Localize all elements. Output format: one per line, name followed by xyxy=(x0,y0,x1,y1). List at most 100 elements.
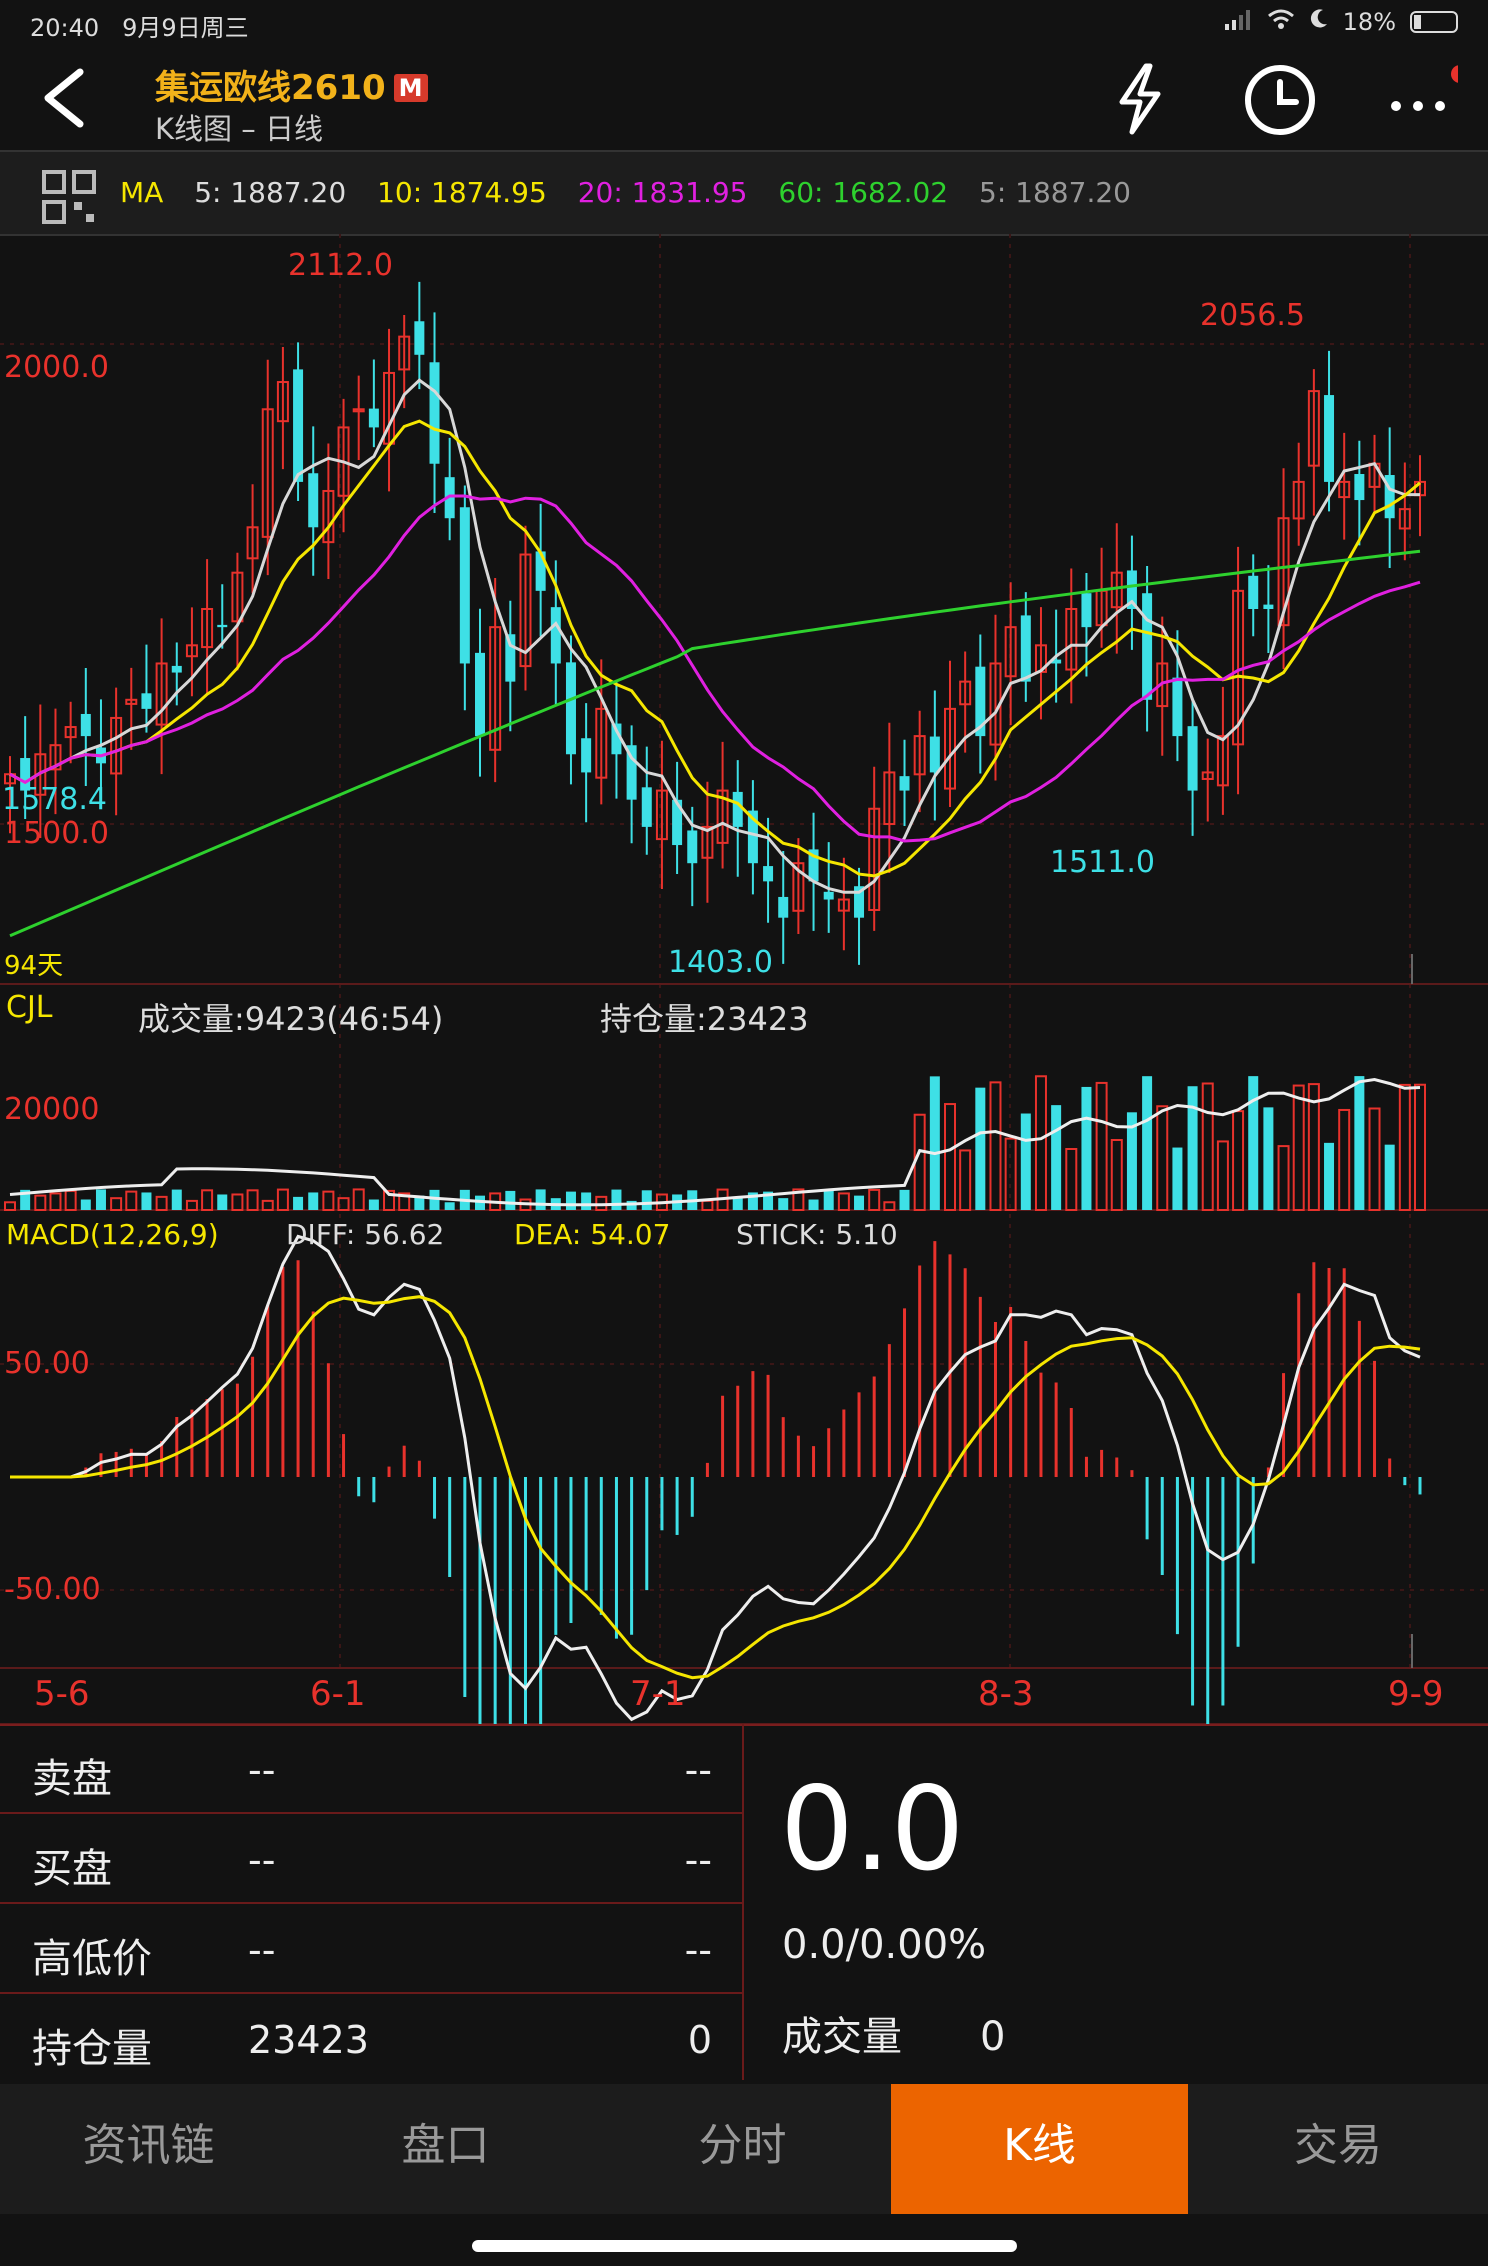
tab-trade[interactable]: 交易 xyxy=(1188,2084,1488,2214)
quote-value-2: -- xyxy=(684,1748,712,1792)
candle-body xyxy=(732,791,743,827)
volume-key: 成交量 xyxy=(782,2014,902,2060)
volume-bar xyxy=(1081,1086,1092,1210)
candle-body xyxy=(1081,593,1092,628)
back-button[interactable] xyxy=(34,62,94,132)
home-indicator[interactable] xyxy=(472,2240,1017,2252)
volume-bar xyxy=(1338,1108,1351,1212)
volume-bar xyxy=(808,1199,819,1210)
start-label: 1578.4 xyxy=(2,782,107,817)
volume-bar xyxy=(1095,1081,1108,1212)
ma5b-value: 5: 1887.20 xyxy=(979,176,1131,209)
quote-value-1: -- xyxy=(248,1748,276,1792)
volume-bar xyxy=(1232,1110,1245,1212)
level-2000-label: 2000.0 xyxy=(4,350,109,385)
indicator-settings-button[interactable] xyxy=(42,170,96,224)
quote-row-oi: 持仓量 23423 0 xyxy=(0,1994,742,2082)
ma5-value: 5: 1887.20 xyxy=(194,176,347,209)
tab-kline[interactable]: K线 xyxy=(891,2084,1188,2214)
volume-bar xyxy=(854,1195,865,1210)
signal-icon xyxy=(1224,8,1253,36)
volume-bar xyxy=(899,1189,910,1210)
candle-body xyxy=(1142,593,1153,700)
volume-bar xyxy=(1110,1139,1123,1212)
ma20-value: 20: 1831.95 xyxy=(577,176,748,209)
volume-bar xyxy=(1292,1084,1305,1212)
macd-level-pos: 50.00 xyxy=(4,1346,90,1381)
volume-row: 成交量 0 xyxy=(782,2004,1005,2062)
lightning-icon xyxy=(1119,63,1161,135)
header: 集运欧线2610 M K线图 – 日线 xyxy=(0,48,1488,148)
volume-bar xyxy=(989,1081,1002,1212)
candle-body xyxy=(217,624,228,628)
volume-bar xyxy=(581,1192,592,1210)
back-arrow-icon xyxy=(44,68,84,128)
candle-body xyxy=(1172,677,1183,737)
candle-body xyxy=(929,736,940,773)
volume-bar xyxy=(1065,1147,1078,1211)
candle-body xyxy=(565,662,576,755)
candle-body xyxy=(899,776,910,791)
price-change: 0.0/0.00% xyxy=(782,1922,987,1968)
status-right: 18% xyxy=(1224,8,1458,36)
volume-bar xyxy=(1248,1076,1259,1210)
x-tick-2: 7-1 xyxy=(630,1674,686,1714)
ma-values: MA 5: 1887.20 10: 1874.95 20: 1831.95 60… xyxy=(120,176,1153,209)
more-button[interactable] xyxy=(1378,58,1469,138)
volume-bar xyxy=(246,1189,259,1212)
history-button[interactable] xyxy=(1240,58,1320,138)
candle-body xyxy=(641,787,652,827)
volume-bar xyxy=(1216,1140,1229,1211)
volume-bar xyxy=(293,1196,304,1210)
candle-body xyxy=(459,507,470,664)
battery-percent: 18% xyxy=(1342,8,1396,36)
macd-label[interactable]: MACD(12,26,9) xyxy=(6,1218,219,1251)
dea-value: DEA: 54.07 xyxy=(514,1218,671,1251)
volume-bar xyxy=(535,1189,546,1210)
ma-label: MA xyxy=(120,176,164,209)
candle-body xyxy=(1263,604,1274,609)
low-label: 1403.0 xyxy=(668,945,773,980)
candle-body xyxy=(368,408,379,428)
volume-bar xyxy=(944,1103,956,1211)
volume-bar xyxy=(276,1188,289,1212)
status-time: 20:40 9月9日周三 xyxy=(30,14,249,42)
quote-value-1: -- xyxy=(248,1838,276,1882)
clock-icon xyxy=(1245,65,1315,135)
volume-bar xyxy=(444,1202,455,1210)
page-title: 集运欧线2610 M xyxy=(155,60,428,109)
volume-bar xyxy=(49,1192,62,1211)
volume-bar xyxy=(611,1189,622,1210)
volume-bar xyxy=(368,1199,379,1210)
days-label: 94天 xyxy=(4,951,64,981)
volume-bar xyxy=(171,1189,182,1210)
candle-body xyxy=(141,693,152,709)
diff-value: DIFF: 56.62 xyxy=(286,1218,445,1251)
volume-bar xyxy=(1384,1144,1395,1210)
wifi-icon xyxy=(1267,8,1295,36)
volume-bar xyxy=(217,1194,228,1210)
volume-indicator-label[interactable]: CJL xyxy=(6,990,53,1025)
volume-bar xyxy=(505,1190,516,1210)
volume-level-label: 20000 xyxy=(4,1092,100,1127)
quote-key: 卖盘 xyxy=(32,1756,112,1802)
grid-icon xyxy=(42,170,96,224)
volume-value: 0 xyxy=(980,2014,1006,2060)
volume-bar xyxy=(1020,1113,1031,1210)
volume-bar xyxy=(1324,1142,1335,1210)
tab-intraday[interactable]: 分时 xyxy=(594,2084,891,2214)
flash-button[interactable] xyxy=(1100,58,1180,138)
volume-bar xyxy=(34,1194,47,1212)
tab-news-chain[interactable]: 资讯链 xyxy=(0,2084,297,2214)
volume-bar xyxy=(1414,1083,1426,1211)
candle-body xyxy=(475,652,485,737)
volume-bar xyxy=(959,1149,972,1211)
volume-bar xyxy=(1201,1082,1214,1212)
tab-order-book[interactable]: 盘口 xyxy=(297,2084,594,2214)
quote-value-2: -- xyxy=(684,1928,712,1972)
volume-bar xyxy=(4,1201,16,1212)
open-interest-text: 持仓量:23423 xyxy=(600,1000,809,1038)
x-tick-0: 5-6 xyxy=(34,1674,90,1714)
candle-body xyxy=(429,362,440,464)
quote-divider xyxy=(742,1724,744,2080)
